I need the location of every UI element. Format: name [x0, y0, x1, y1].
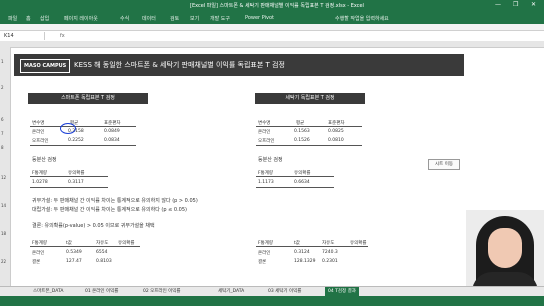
fx-icon[interactable]: fx [60, 32, 65, 40]
title-bar: [Excel 파일] 스마트폰 & 세탁기 판매채널별 이익률 독립표본 T 검… [0, 0, 544, 10]
sheet-tab[interactable]: 02 오프라인 이익률 [140, 287, 184, 296]
ttest-value: 6554 [96, 250, 108, 255]
tab-power-pivot[interactable]: Power Pivot [245, 15, 274, 21]
ttest-row-label: 결론 [258, 260, 267, 265]
ttest-value: 127.47 [66, 259, 82, 264]
minimize-button[interactable]: — [495, 1, 501, 8]
tab-insert[interactable]: 삽입 [40, 15, 49, 22]
ribbon-tabs: 파일 홈 삽입 페이지 레이아웃 수식 데이터 검토 보기 개발 도구 Powe… [0, 10, 544, 24]
sheet-tab[interactable]: 스마트폰_DATA [30, 287, 66, 296]
levene-value: 1.0278 [32, 180, 48, 185]
window-title: [Excel 파일] 스마트폰 & 세탁기 판매채널별 이익률 독립표본 T 검… [190, 3, 364, 9]
status-bar [0, 296, 544, 306]
maso-campus-logo: MASO CAMPUS [20, 59, 71, 73]
presenter-webcam [466, 210, 544, 296]
tab-home[interactable]: 홈 [26, 15, 31, 22]
tab-developer[interactable]: 개발 도구 [210, 15, 230, 22]
stats-row-value: 0.0825 [328, 129, 344, 134]
stats-row-label: 오프라인 [258, 139, 275, 144]
stats-row-value: 0.0834 [104, 138, 120, 143]
ttest-value: 7240.3 [322, 250, 338, 255]
tab-page-layout[interactable]: 페이지 레이아웃 [64, 15, 98, 22]
stats-row-label: 오프라인 [32, 139, 49, 144]
ttest-value: 0.5349 [66, 250, 82, 255]
ttest-row-label: 결론 [32, 260, 41, 265]
stats-row-value: 0.0810 [328, 138, 344, 143]
note-line: 귀무가설: 두 판매채널 간 이익률 차이는 통계적으로 유의하지 않다 (p … [32, 198, 198, 204]
smartphone-panel-header: 스마트폰 독립표본 T 검정 [28, 93, 148, 104]
levene-value: 1.1173 [258, 180, 274, 185]
tab-data[interactable]: 데이터 [142, 15, 156, 22]
report-banner: MASO CAMPUS KESS 해 동일한 스마트폰 & 세탁기 판매채널별 … [14, 54, 464, 76]
note-line: 결론: 유의확률(p-value) > 0.05 이므로 귀무가설을 채택 [32, 223, 155, 229]
ttest-row-label: 온라인 [32, 251, 45, 256]
levene-value: 0.6634 [294, 180, 310, 185]
stats-row-value: 0.1526 [294, 138, 310, 143]
tab-formulas[interactable]: 수식 [120, 15, 129, 22]
levene-title: 등분산 검정 [32, 157, 57, 163]
name-box[interactable]: K14 [2, 32, 45, 40]
move-sheet-button[interactable]: 시트 이동 [428, 159, 460, 170]
ttest-value: 128.1329 [294, 259, 316, 264]
stats-row-value: 0.2252 [68, 138, 84, 143]
ttest-value: 0.2301 [322, 259, 338, 264]
page-title: KESS 해 동일한 스마트폰 & 세탁기 판매채널별 이익률 독립표본 T 검… [74, 61, 285, 69]
washer-panel-header: 세탁기 독립표본 T 검정 [255, 93, 365, 104]
column-headers [0, 41, 544, 48]
sheet-tab[interactable]: 세탁기_DATA [215, 287, 247, 296]
levene-title: 등분산 검정 [258, 157, 283, 163]
sheet-tab-active[interactable]: 04 T검정 결과 [325, 287, 359, 296]
worksheet-area[interactable]: 1 2 6 7 8 12 14 18 22 [0, 41, 544, 296]
close-button[interactable]: ✕ [531, 1, 536, 8]
stats-row-label: 온라인 [32, 130, 45, 135]
tab-review[interactable]: 검토 [170, 15, 179, 22]
tab-view[interactable]: 보기 [190, 15, 199, 22]
pen-annotation-circle [60, 123, 76, 134]
stats-row-value: 0.1563 [294, 129, 310, 134]
maximize-button[interactable]: ❐ [513, 1, 518, 8]
sheet-tab[interactable]: 03 세탁기 이익률 [265, 287, 304, 296]
ttest-value: 0.3124 [294, 250, 310, 255]
note-line: 대립가설: 두 판매채널 간 이익률 차이는 통계적으로 유의하다 (p ≤ 0… [32, 207, 187, 213]
stats-row-value: 0.0849 [104, 129, 120, 134]
stats-row-label: 온라인 [258, 130, 271, 135]
tell-me-search[interactable]: 수행할 작업을 입력하세요 [335, 15, 389, 22]
ttest-value: 0.8103 [96, 259, 112, 264]
row-headers: 1 2 6 7 8 12 14 18 22 [0, 47, 11, 296]
sheet-tab[interactable]: 01 온라인 이익률 [82, 287, 121, 296]
ttest-row-label: 온라인 [258, 251, 271, 256]
tab-file[interactable]: 파일 [8, 15, 17, 22]
levene-value: 0.3117 [68, 180, 84, 185]
